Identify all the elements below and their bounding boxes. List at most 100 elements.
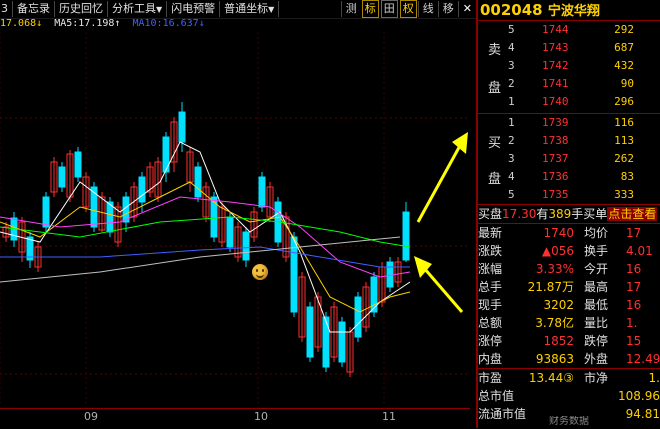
volume: 296 <box>614 95 634 108</box>
chevron-down-icon: ▼ <box>268 5 275 14</box>
measure-button[interactable]: 测 <box>340 1 361 17</box>
stat-row: 现手 3202 最低 16 <box>478 296 660 314</box>
stat-label: 市盈 <box>478 371 503 385</box>
stat-row: 内盘 93863 外盘 12.49 <box>478 350 660 368</box>
stat-label: 最高 <box>584 280 609 294</box>
volume: 292 <box>614 23 634 36</box>
toolbar-analysis-tools-menu[interactable]: 分析工具▼ <box>108 1 168 17</box>
stat-label: 最新 <box>478 226 503 240</box>
ask-row: 3 1742 432 <box>478 57 660 75</box>
candle-body <box>322 316 330 368</box>
stat-label: 内盘 <box>478 352 503 366</box>
stat-value: 93863 <box>535 352 574 366</box>
quote-panel: 002048 宁波华翔 卖 盘 5 1744 292 4 1743 687 3 1742 432… <box>476 0 660 428</box>
level: 1 <box>508 95 515 108</box>
move-button[interactable]: 移 <box>437 1 458 17</box>
stat-row: 涨幅 3.33% 今开 16 <box>478 260 660 278</box>
candle-body <box>258 176 266 208</box>
stat-value: 4.01 <box>626 244 653 258</box>
ask-row: 1 1740 296 <box>478 93 660 111</box>
stat-label: 现手 <box>478 298 503 312</box>
stat-label: 涨停 <box>478 334 503 348</box>
view-details-link[interactable]: 点击查看 <box>607 207 658 221</box>
candlestick-chart[interactable] <box>0 32 470 408</box>
stat-value: 17 <box>626 280 642 294</box>
bid-row: 3 1737 262 <box>478 150 660 168</box>
trade-summary: 买盘17.30有389手买单点击查看 <box>478 207 658 221</box>
stat-label: 总手 <box>478 280 503 294</box>
chart-grid <box>0 32 470 408</box>
stat-label: 涨幅 <box>478 262 503 276</box>
stat-value: ▲056 <box>541 244 574 258</box>
volume: 333 <box>614 188 634 201</box>
stat-label: 最低 <box>584 298 609 312</box>
ma5-label: MA5: <box>54 18 79 29</box>
stat-value: 12.49 <box>626 352 660 366</box>
stat-value: 21.87万 <box>527 280 574 294</box>
chevron-down-icon: ▼ <box>156 5 163 14</box>
x-tick-label: 11 <box>382 410 396 423</box>
volume: 262 <box>614 152 634 165</box>
financial-data-tab[interactable]: 财务数据 <box>478 416 660 428</box>
stat-value: 16 <box>626 298 642 312</box>
bid-row: 2 1738 113 <box>478 132 660 150</box>
volume: 90 <box>620 77 634 90</box>
candle-body <box>58 166 66 188</box>
level: 3 <box>508 59 515 72</box>
level: 2 <box>508 77 515 90</box>
candle-body <box>42 196 50 228</box>
price: 1738 <box>542 134 569 147</box>
stat-value: 1740 <box>543 226 574 240</box>
stat-value: 13.44③ <box>528 371 574 385</box>
stat-value: 1852 <box>543 334 574 348</box>
x-axis: 09 10 11 <box>0 408 470 429</box>
price: 1737 <box>542 152 569 165</box>
candle-body <box>242 231 250 261</box>
candle-body <box>306 306 314 358</box>
candle-body <box>178 111 186 143</box>
stat-label: 今开 <box>584 262 609 276</box>
level: 2 <box>508 134 515 147</box>
line-button[interactable]: 线 <box>417 1 438 17</box>
ma5-value: 17.198↑ <box>78 18 121 29</box>
smiley-icon <box>252 264 268 280</box>
volume: 83 <box>620 170 634 183</box>
mark-button[interactable]: 标 <box>361 0 379 18</box>
ma-first-value: 17.068↓ <box>0 18 43 29</box>
candles <box>2 102 410 377</box>
price: 1736 <box>542 170 569 183</box>
stat-label: 总市值 <box>478 389 515 403</box>
toolbar-memo-button[interactable]: 备忘录 <box>13 1 55 17</box>
stat-value: 3.78亿 <box>535 316 574 330</box>
toolbar-coordinate-menu[interactable]: 普通坐标▼ <box>220 1 280 17</box>
level: 1 <box>508 116 515 129</box>
close-icon[interactable]: ✕ <box>457 1 476 17</box>
level: 5 <box>508 23 515 36</box>
candle-body <box>370 276 378 313</box>
candle-body <box>354 296 362 338</box>
stock-title: 002048 宁波华翔 <box>478 0 660 21</box>
toolbar-lightning-alert-button[interactable]: 闪电预警 <box>167 1 221 17</box>
arrow-down-line <box>422 267 464 313</box>
stats-table: 最新 1740 均价 17 涨跌 ▲056 换手 4.01 涨幅 3.33% 今开 16 总手 21.87… <box>478 224 660 368</box>
stat-value: 15 <box>626 334 642 348</box>
volume: 432 <box>614 59 634 72</box>
candle-body <box>210 196 218 238</box>
ask-row: 2 1741 90 <box>478 75 660 93</box>
stock-name: 宁波华翔 <box>547 4 600 19</box>
stat-row: 涨跌 ▲056 换手 4.01 <box>478 242 660 260</box>
candle-body <box>226 216 234 248</box>
price: 1744 <box>542 23 569 36</box>
bid-row: 5 1735 333 <box>478 186 660 204</box>
ask-book: 卖 盘 5 1744 292 4 1743 687 3 1742 432 2 1741 90 1 1740… <box>478 21 660 113</box>
grid-button[interactable]: 田 <box>380 0 398 18</box>
x-tick-label: 10 <box>254 410 268 423</box>
price: 1740 <box>542 95 569 108</box>
volume: 116 <box>614 116 634 129</box>
stat-label: 总额 <box>478 316 503 330</box>
toolbar-history-button[interactable]: 历史回忆 <box>55 1 108 17</box>
candle-body <box>74 151 82 178</box>
rights-button[interactable]: 权 <box>399 0 417 18</box>
level: 4 <box>508 41 515 54</box>
valuation-row: 市盈 13.44③ 市净 1. <box>478 369 660 387</box>
